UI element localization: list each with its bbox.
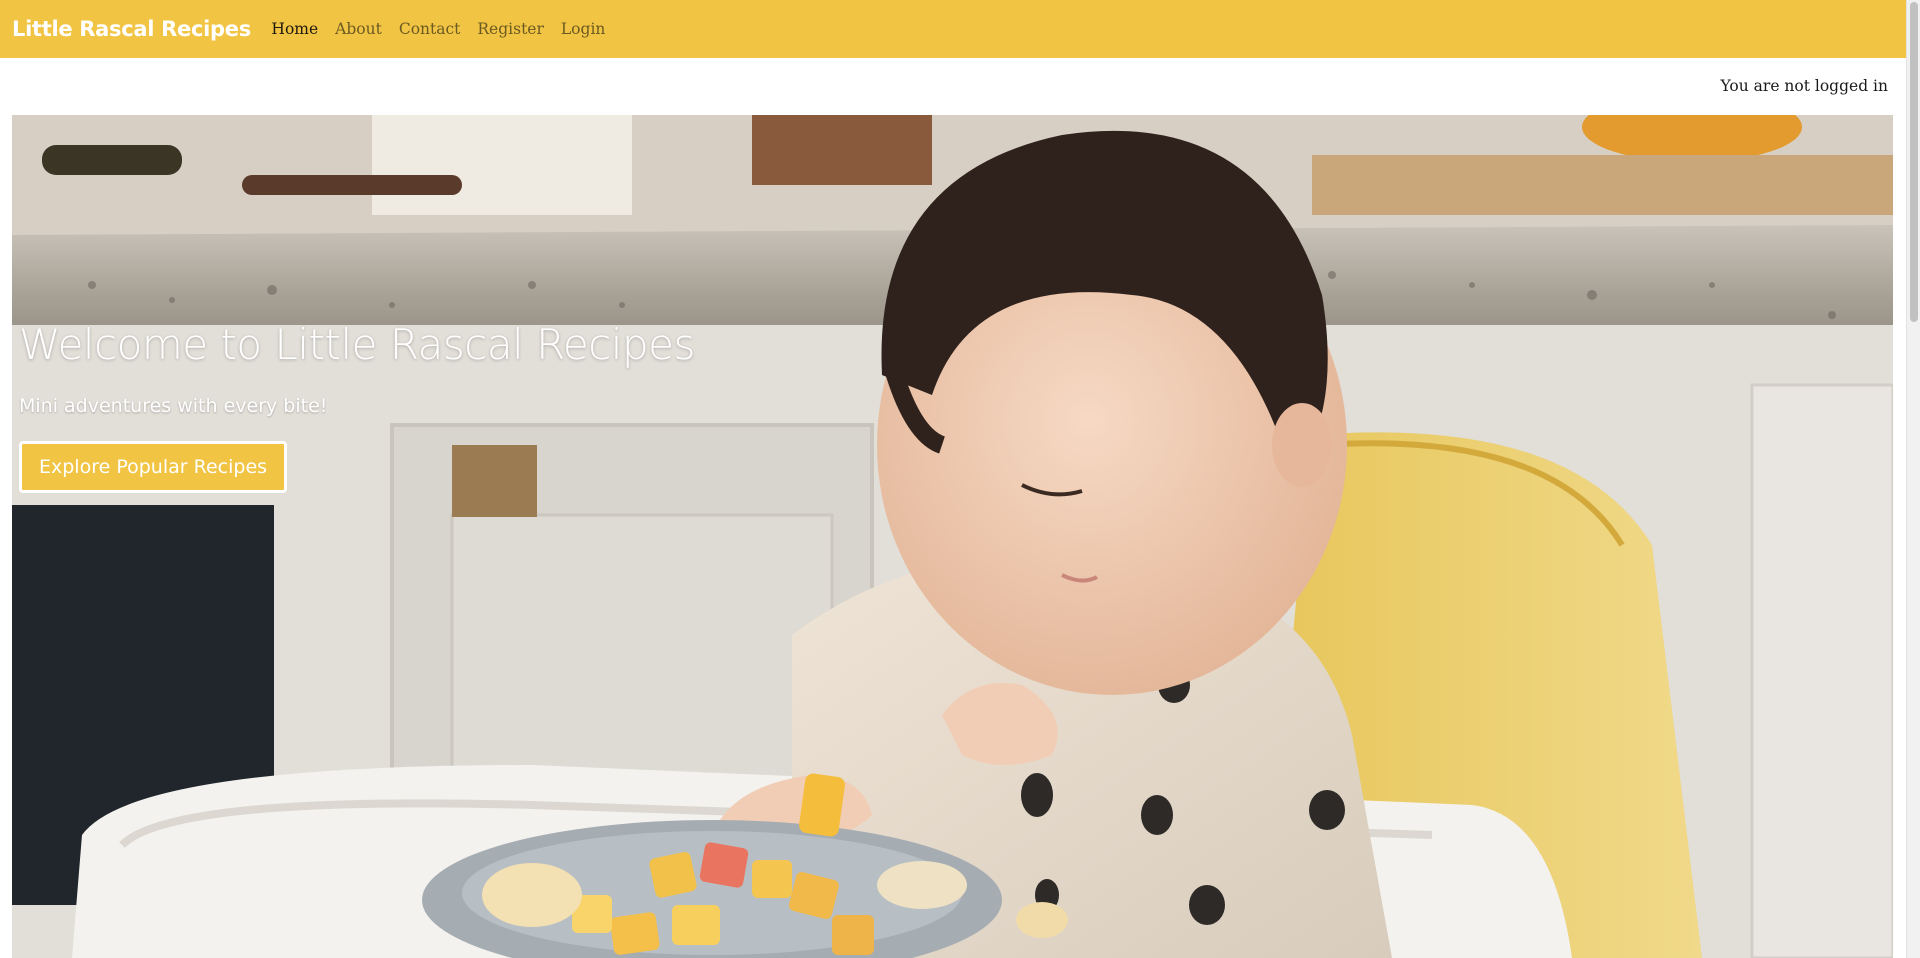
login-status-text: You are not logged in (1720, 77, 1888, 95)
hero-section: Welcome to Little Rascal Recipes Mini ad… (12, 115, 1893, 958)
hero-text-block: Welcome to Little Rascal Recipes Mini ad… (19, 320, 695, 493)
hero-subtitle: Mini adventures with every bite! (19, 395, 328, 417)
login-status-bar: You are not logged in (0, 58, 1906, 115)
navbar: Little Rascal Recipes Home About Contact… (0, 0, 1906, 58)
nav-link-contact[interactable]: Contact (390, 20, 469, 38)
nav-link-login[interactable]: Login (552, 20, 614, 38)
page: Little Rascal Recipes Home About Contact… (0, 0, 1920, 958)
nav-link-about[interactable]: About (327, 20, 391, 38)
brand-link[interactable]: Little Rascal Recipes (12, 17, 251, 41)
nav-link-register[interactable]: Register (469, 20, 553, 38)
hero-image (12, 115, 1893, 958)
scrollbar-thumb[interactable] (1910, 2, 1918, 322)
nav-links: Home About Contact Register Login (263, 20, 614, 38)
nav-link-home[interactable]: Home (263, 20, 327, 38)
explore-popular-recipes-button[interactable]: Explore Popular Recipes (19, 441, 288, 493)
hero-title: Welcome to Little Rascal Recipes (19, 320, 695, 369)
vertical-scrollbar[interactable] (1906, 0, 1920, 958)
